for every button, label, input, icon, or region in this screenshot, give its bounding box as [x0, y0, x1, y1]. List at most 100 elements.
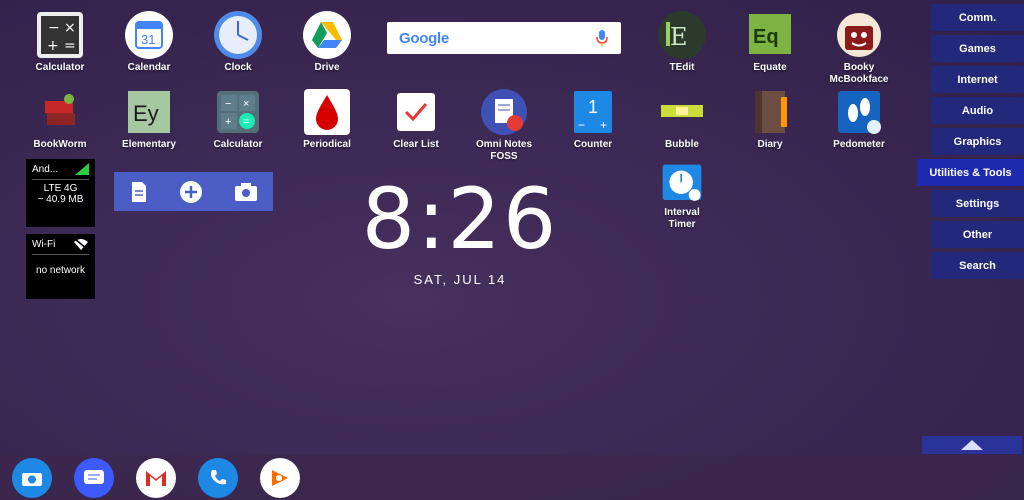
bubble-level-icon: [661, 105, 703, 117]
category-other[interactable]: Other: [931, 221, 1024, 248]
app-elementary[interactable]: Ey Elementary: [107, 87, 191, 151]
expand-up-button[interactable]: [922, 436, 1022, 454]
tedit-icon: E: [658, 11, 706, 59]
app-drive[interactable]: Drive: [285, 10, 369, 74]
svg-text:1: 1: [588, 97, 598, 117]
data-usage: ~ 40.9 MB: [37, 194, 84, 205]
svg-text:−: −: [225, 98, 231, 110]
calendar-date: 31: [141, 32, 155, 47]
elementary-icon: Ey: [128, 91, 170, 133]
app-tedit[interactable]: E TEdit: [640, 10, 724, 74]
app-booky[interactable]: Booky McBookface: [817, 10, 901, 86]
app-label: Pedometer: [833, 139, 885, 150]
pedometer-icon: [838, 91, 881, 134]
svg-text:Eq: Eq: [753, 26, 779, 48]
clearlist-icon: [397, 93, 435, 131]
note-icon[interactable]: [130, 181, 148, 203]
dock-play-music[interactable]: [260, 457, 300, 498]
app-label: Interval Timer: [664, 207, 700, 230]
google-logo: Google: [399, 29, 449, 47]
diary-icon: [755, 91, 787, 133]
app-label: Booky McBookface: [829, 62, 889, 85]
camera-icon[interactable]: [234, 182, 258, 202]
cellular-widget[interactable]: And... LTE 4G ~ 40.9 MB: [26, 159, 95, 227]
google-search-bar[interactable]: Google: [387, 22, 621, 54]
dock-gmail[interactable]: [136, 457, 176, 498]
app-counter[interactable]: 1 − + Counter: [551, 87, 635, 151]
calendar-icon: 31: [125, 11, 173, 59]
app-periodical[interactable]: Periodical: [285, 87, 369, 151]
svg-text:−: −: [48, 20, 60, 36]
app-label: Clear List: [393, 139, 439, 150]
app-bookworm[interactable]: BookWorm: [18, 87, 102, 151]
app-bubble[interactable]: Bubble: [640, 87, 724, 151]
clock-icon: [214, 11, 262, 59]
calculator2-icon: − × + =: [217, 91, 259, 133]
category-internet[interactable]: Internet: [931, 66, 1024, 93]
app-label: Equate: [753, 62, 787, 73]
app-label: Calendar: [127, 62, 171, 73]
app-label: Omni Notes FOSS: [475, 139, 533, 162]
category-audio[interactable]: Audio: [931, 97, 1024, 124]
app-clock[interactable]: Clock: [196, 10, 280, 74]
app-label: Bubble: [665, 139, 699, 150]
category-games[interactable]: Games: [931, 35, 1024, 62]
category-sidebar: Comm. Games Internet Audio Graphics Util…: [917, 4, 1024, 283]
category-comm[interactable]: Comm.: [931, 4, 1024, 31]
clock-date: SAT, JUL 14: [413, 272, 507, 287]
svg-text:×: ×: [243, 98, 249, 110]
svg-text:=: =: [243, 116, 249, 128]
play-music-icon: [272, 469, 288, 486]
app-label: Clock: [224, 62, 252, 73]
dock-phone[interactable]: [198, 457, 238, 498]
dock: [0, 455, 1024, 500]
category-settings[interactable]: Settings: [931, 190, 1024, 217]
svg-text:×: ×: [64, 20, 76, 36]
gmail-icon: [146, 470, 166, 486]
periodical-icon: [304, 89, 350, 135]
add-icon[interactable]: [179, 180, 203, 204]
wifi-status: no network: [36, 265, 85, 276]
app-label: Calculator: [213, 139, 263, 150]
dock-camera[interactable]: [12, 457, 52, 498]
quick-actions-widget: [114, 172, 273, 211]
app-diary[interactable]: Diary: [728, 87, 812, 151]
app-label: Counter: [573, 139, 613, 150]
messages-icon: [84, 469, 104, 484]
category-graphics[interactable]: Graphics: [931, 128, 1024, 155]
category-utilities-tools[interactable]: Utilities & Tools: [917, 159, 1024, 186]
app-label: Periodical: [303, 139, 351, 150]
app-pedometer[interactable]: Pedometer: [817, 87, 901, 151]
app-calculator2[interactable]: − × + = Calculator: [196, 87, 280, 151]
app-clearlist[interactable]: Clear List: [374, 87, 458, 151]
omninotes-icon: [481, 89, 527, 135]
app-calendar[interactable]: 31 Calendar: [107, 10, 191, 74]
mic-icon[interactable]: [595, 29, 609, 47]
app-label: TEdit: [669, 62, 695, 73]
svg-text:Ey: Ey: [133, 101, 159, 126]
svg-text:−: −: [578, 118, 585, 132]
bookworm-icon: [45, 94, 75, 125]
wifi-title: Wi-Fi: [32, 238, 56, 250]
app-equate[interactable]: Eq Equate: [728, 10, 812, 74]
carrier-name: And...: [32, 163, 59, 175]
svg-text:+: +: [225, 116, 231, 128]
app-calculator[interactable]: − × + = Calculator: [18, 10, 102, 74]
signal-icon: [75, 163, 89, 175]
wifi-widget[interactable]: Wi-Fi no network: [26, 234, 95, 299]
app-omninotes[interactable]: Omni Notes FOSS: [462, 87, 546, 163]
category-search[interactable]: Search: [931, 252, 1024, 279]
svg-text:+: +: [47, 38, 59, 54]
camera-icon: [22, 472, 42, 486]
app-label: Diary: [757, 139, 783, 150]
app-interval-timer[interactable]: Interval Timer: [640, 163, 724, 231]
calculator-icon: − × + =: [37, 12, 83, 58]
dock-messages[interactable]: [74, 457, 114, 498]
app-label: Drive: [314, 62, 340, 73]
booky-icon: [837, 13, 881, 57]
network-type: LTE 4G: [43, 183, 78, 194]
drive-icon: [303, 11, 351, 59]
app-label: Elementary: [122, 139, 176, 150]
phone-icon: [211, 469, 226, 484]
svg-text:E: E: [670, 23, 688, 51]
